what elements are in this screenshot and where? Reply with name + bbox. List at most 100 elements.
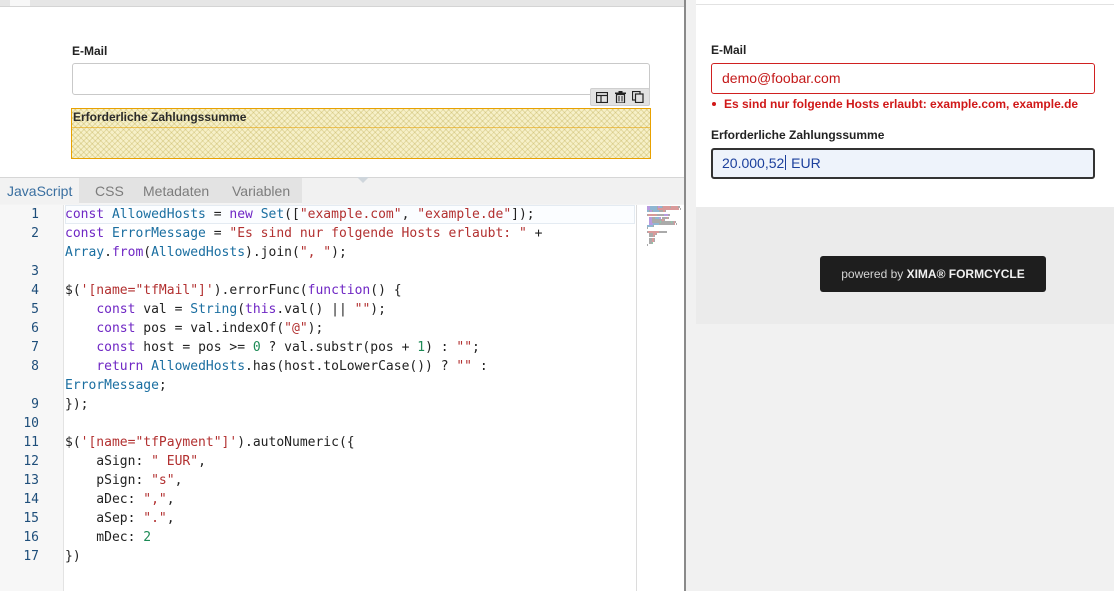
editor-tabs: JavaScript CSS Metadaten Variablen	[0, 177, 684, 204]
code-line: mDec: 2	[65, 528, 151, 547]
line-number: 12	[23, 454, 39, 469]
code-token: ).autoNumeric({	[237, 435, 355, 450]
code-token: ;	[472, 340, 480, 355]
code-token: AllowedHosts	[111, 207, 206, 222]
code-token: :	[472, 359, 488, 374]
code-token: });	[65, 397, 89, 412]
tab-css[interactable]: CSS	[88, 178, 131, 204]
code-line: aSep: ".",	[65, 509, 175, 528]
line-number: 4	[31, 283, 39, 298]
code-token: " EUR"	[151, 454, 199, 469]
code-line: ErrorMessage;	[65, 376, 167, 395]
element-toolbar	[590, 88, 650, 106]
minimap-line	[646, 227, 649, 229]
minimap-line	[652, 241, 654, 244]
code-token: ""	[456, 340, 473, 355]
preview-footer: powered by XIMA® FORMCYCLE	[696, 207, 1114, 324]
code-line: aSign: " EUR",	[65, 452, 206, 471]
code-line: Array.from(AllowedHosts).join(", ");	[65, 243, 347, 262]
line-number: 3	[31, 264, 39, 279]
trash-icon[interactable]	[613, 91, 627, 104]
code-token: const	[96, 340, 144, 355]
code-line: $('[name="tfPayment"]').autoNumeric({	[65, 433, 355, 452]
code-token: ,	[166, 511, 175, 526]
code-token: aSign:	[65, 454, 152, 469]
code-token: ]);	[511, 207, 535, 222]
panel-resize-handle[interactable]	[357, 177, 369, 183]
code-line: const pos = val.indexOf("@");	[65, 319, 323, 338]
designer-page-tabs	[0, 0, 684, 7]
line-number: 8	[31, 359, 39, 374]
code-token: .	[104, 245, 112, 260]
line-number: 11	[23, 435, 39, 450]
minimap-line	[653, 239, 655, 242]
code-minimap[interactable]	[636, 205, 684, 591]
code-token: "example.de"	[417, 207, 512, 222]
code-line: const host = pos >= 0 ? val.substr(pos +…	[65, 338, 480, 357]
code-token: Array	[65, 245, 105, 260]
code-token: ([	[284, 207, 300, 222]
code-token: ", "	[299, 245, 332, 260]
code-token: ","	[143, 492, 167, 507]
code-token: ;	[158, 378, 167, 393]
code-token: "@"	[284, 321, 308, 336]
code-token: +	[526, 226, 543, 241]
code-token: ) :	[425, 340, 457, 355]
copy-icon[interactable]	[631, 91, 645, 104]
code-token: ,	[166, 492, 175, 507]
code-area[interactable]: 1 2 3 4 5 6 7 8 9 10 11 12 13 14 15 16 17 const AllowedH…	[0, 205, 684, 591]
preview-payment-field[interactable]: 20.000,52 EUR	[711, 148, 1095, 179]
minimap-line	[679, 208, 681, 211]
powered-brand: XIMA® FORMCYCLE	[906, 267, 1025, 281]
code-line: $('[name="tfMail"]').errorFunc(function(…	[65, 281, 402, 300]
code-token: '[name="tfMail"]'	[80, 283, 214, 298]
code-token: 2	[143, 530, 152, 545]
code-token: ).errorFunc(	[213, 283, 308, 298]
line-number: 7	[31, 340, 39, 355]
minimap-line	[665, 210, 667, 213]
code-token: (	[237, 302, 246, 317]
tab-metadaten[interactable]: Metadaten	[136, 178, 216, 204]
code-token: ""	[456, 359, 473, 374]
line-number: 14	[23, 492, 39, 507]
code-token: mDec:	[65, 530, 144, 545]
code-token: Set	[260, 207, 285, 222]
code-token: ,	[174, 473, 183, 488]
code-token: const	[96, 302, 144, 317]
tab-javascript[interactable]: JavaScript	[0, 178, 80, 204]
code-text[interactable]: const AllowedHosts = new Set(["example.c…	[65, 205, 635, 591]
page-tab[interactable]	[10, 0, 30, 6]
code-token: "Es sind nur folgende Hosts erlaubt: "	[229, 226, 527, 241]
code-token: =	[205, 226, 230, 241]
code-token: );	[331, 245, 347, 260]
code-token: const	[65, 226, 112, 241]
code-token: function	[307, 283, 371, 298]
code-token: );	[370, 302, 386, 317]
line-number: 16	[23, 530, 39, 545]
code-line: return AllowedHosts.has(host.toLowerCase…	[65, 357, 488, 376]
formcycle-designer: E-Mail Erforderliche Zahlungssumme JavaS…	[0, 0, 1114, 591]
tab-variablen[interactable]: Variablen	[225, 178, 297, 204]
layout-icon[interactable]	[595, 91, 609, 104]
preview-form: E-Mail demo@foobar.com Es sind nur folge…	[696, 0, 1114, 207]
minimap-line	[656, 233, 657, 236]
payment-field-selected[interactable]: Erforderliche Zahlungssumme	[71, 108, 651, 159]
payment-amount: 20.000,52	[722, 155, 785, 171]
preview-payment-label: Erforderliche Zahlungssumme	[711, 128, 885, 142]
line-number: 6	[31, 321, 39, 336]
powered-by-badge[interactable]: powered by XIMA® FORMCYCLE	[820, 256, 1046, 292]
code-token: host = pos >=	[143, 340, 253, 355]
line-number: 10	[23, 416, 39, 431]
preview-header-line	[696, 0, 1114, 5]
code-token: pos = val.indexOf(	[143, 321, 285, 336]
line-number: 1	[31, 207, 39, 222]
powered-prefix: powered by	[841, 267, 907, 281]
preview-email-field[interactable]: demo@foobar.com	[711, 63, 1095, 94]
email-field[interactable]	[72, 63, 650, 95]
code-token: ErrorMessage	[111, 226, 206, 241]
code-token: ""	[354, 302, 371, 317]
code-token: ,	[198, 454, 206, 469]
line-number: 5	[31, 302, 39, 317]
code-token: );	[307, 321, 324, 336]
